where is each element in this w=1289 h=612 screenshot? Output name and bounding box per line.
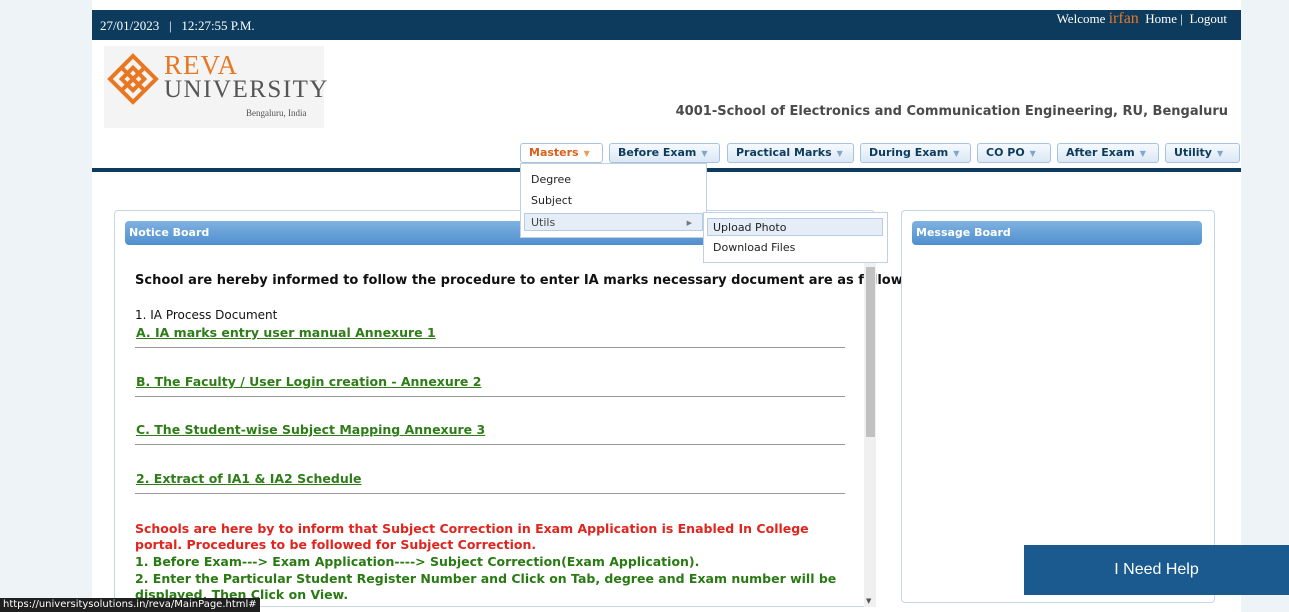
chevron-down-icon: ▼	[953, 149, 960, 158]
chevron-down-icon: ▼	[701, 149, 708, 158]
link-annexure-2[interactable]: B. The Faculty / User Login creation - A…	[136, 374, 481, 389]
logo-location: Bengaluru, India	[246, 108, 307, 118]
chevron-down-icon: ▼	[836, 149, 843, 158]
chevron-down-icon: ▼	[1139, 149, 1146, 158]
notice-scrollbar[interactable]: ▼	[864, 259, 876, 607]
menu-item-utils[interactable]: Utils ▶	[524, 213, 703, 231]
date-time: 27/01/2023 | 12:27:55 P.M.	[100, 18, 255, 33]
school-name: 4001-School of Electronics and Communica…	[675, 104, 1228, 119]
scroll-down-icon[interactable]: ▼	[866, 597, 871, 605]
nav-utility[interactable]: Utility ▼	[1165, 143, 1240, 163]
nav-label: CO PO	[986, 146, 1025, 159]
chevron-down-icon: ▼	[1216, 149, 1224, 158]
link-annexure-3[interactable]: C. The Student-wise Subject Mapping Anne…	[136, 422, 485, 437]
nav-before-exam[interactable]: Before Exam ▼	[609, 143, 720, 163]
user-name: irfan	[1108, 10, 1139, 27]
scrollbar-thumb[interactable]	[866, 267, 875, 437]
nav-masters[interactable]: Masters ▼	[520, 143, 603, 163]
nav-label: Practical Marks	[736, 146, 832, 159]
main-page: 27/01/2023 | 12:27:55 P.M. Welcome irfan…	[92, 0, 1241, 612]
status-bar-url: https://universitysolutions.in/reva/Main…	[0, 598, 260, 612]
menu-item-label: Utils	[531, 216, 556, 229]
divider	[135, 396, 845, 397]
need-help-button[interactable]: I Need Help	[1024, 545, 1289, 595]
menu-item-download-files[interactable]: Download Files	[713, 239, 795, 257]
welcome-label: Welcome	[1056, 11, 1106, 26]
notice-board-panel: Notice Board School are hereby informed …	[114, 210, 915, 607]
link-separator: |	[1180, 11, 1183, 26]
nav-label: During Exam	[869, 146, 949, 159]
university-logo: REVA UNIVERSITY Bengaluru, India	[104, 46, 328, 128]
nav-label: Masters	[529, 146, 579, 159]
nav-label: Before Exam	[618, 146, 697, 159]
utils-submenu: Upload Photo Download Files	[703, 212, 888, 263]
nav-co-po[interactable]: CO PO ▼	[977, 143, 1051, 163]
reva-knot-icon	[107, 53, 159, 105]
chevron-down-icon: ▼	[583, 149, 590, 158]
doc-heading: 1. IA Process Document	[135, 308, 278, 322]
logout-link[interactable]: Logout	[1189, 11, 1227, 26]
subject-correction-notice: Schools are here by to inform that Subje…	[135, 521, 809, 552]
welcome-area: Welcome irfan Home | Logout	[1057, 10, 1227, 28]
link-annexure-1[interactable]: A. IA marks entry user manual Annexure 1	[136, 325, 436, 340]
divider	[135, 444, 845, 445]
nav-label: After Exam	[1066, 146, 1135, 159]
chevron-down-icon: ▼	[1029, 149, 1036, 158]
logo-university: UNIVERSITY	[164, 76, 329, 103]
link-ia-schedule[interactable]: 2. Extract of IA1 & IA2 Schedule	[136, 471, 362, 486]
menu-item-upload-photo[interactable]: Upload Photo	[707, 218, 883, 236]
menu-item-degree[interactable]: Degree	[531, 171, 571, 189]
nav-practical-marks[interactable]: Practical Marks ▼	[727, 143, 854, 163]
message-board-title: Message Board	[912, 221, 1202, 245]
divider	[135, 347, 845, 348]
nav-during-exam[interactable]: During Exam ▼	[860, 143, 971, 163]
nav-label: Utility	[1174, 146, 1212, 159]
menu-item-subject[interactable]: Subject	[531, 192, 572, 210]
divider	[135, 493, 845, 494]
top-bar: 27/01/2023 | 12:27:55 P.M. Welcome irfan…	[92, 10, 1241, 40]
home-link[interactable]: Home	[1145, 11, 1177, 26]
nav-after-exam[interactable]: After Exam ▼	[1057, 143, 1159, 163]
masters-dropdown: Degree Subject Utils ▶	[520, 163, 707, 238]
step-1: 1. Before Exam---> Exam Application---->…	[135, 554, 700, 569]
notice-intro: School are hereby informed to follow the…	[135, 273, 916, 288]
chevron-right-icon: ▶	[686, 219, 692, 227]
